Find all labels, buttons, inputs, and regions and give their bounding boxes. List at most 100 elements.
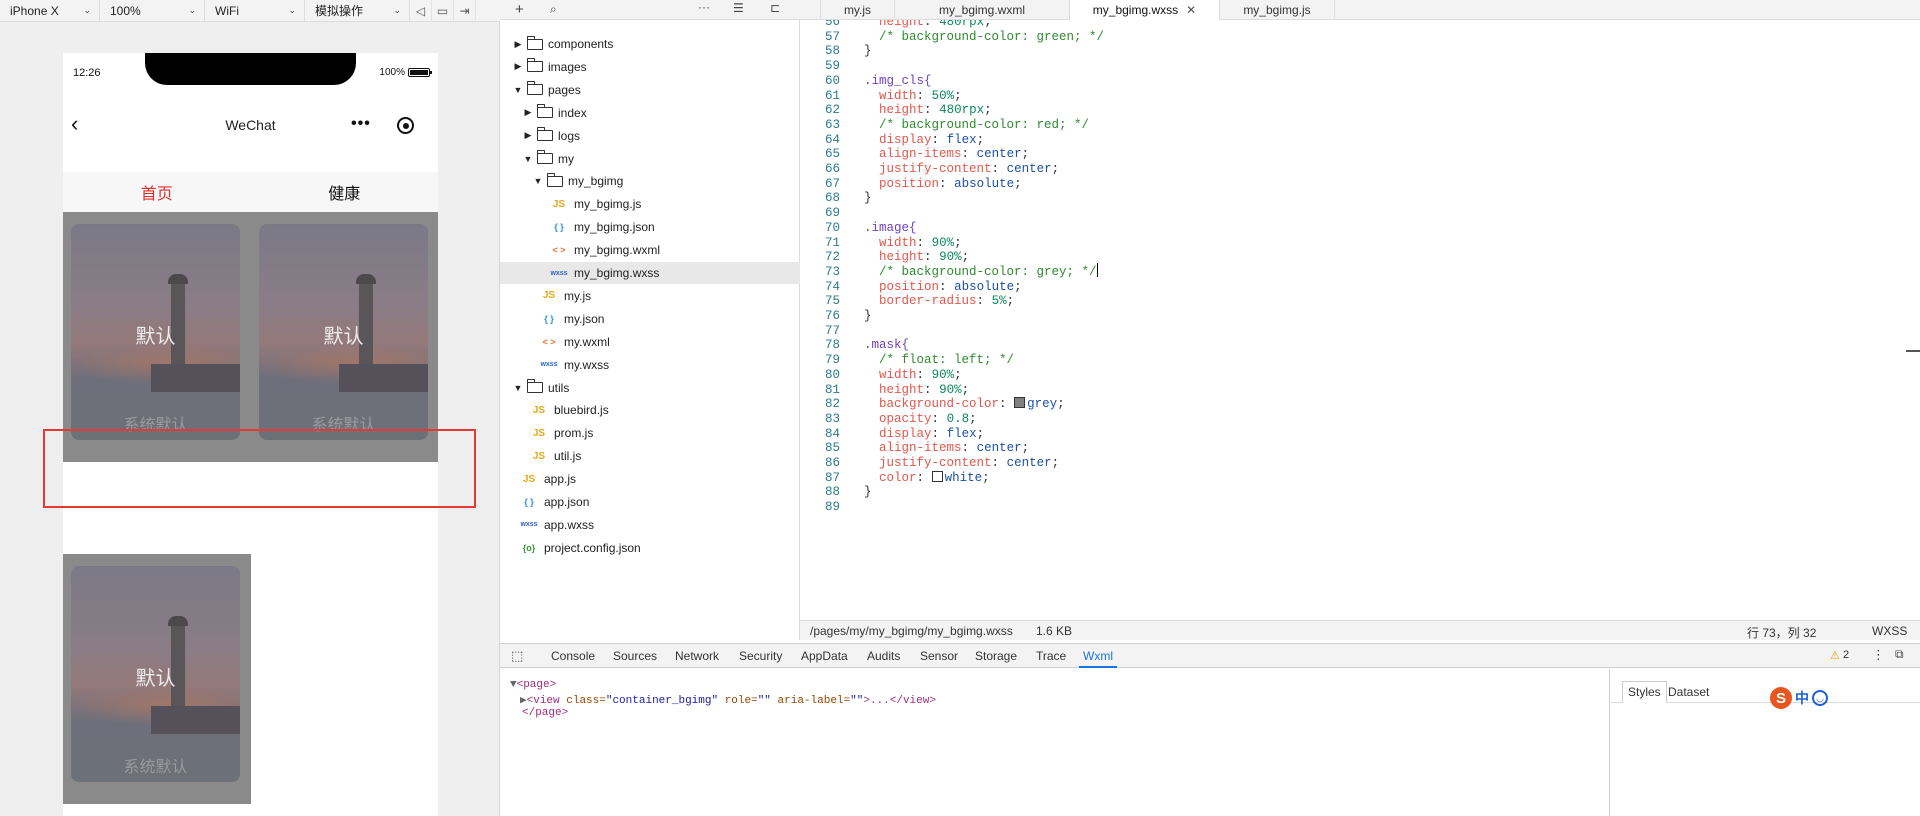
split-icon[interactable]: ⊏ [770, 1, 780, 15]
editor-tab[interactable]: my.js [820, 0, 895, 20]
expanded-arrow-icon[interactable]: ▼ [512, 383, 524, 393]
tab-home[interactable]: 首页 [63, 172, 251, 212]
tree-file[interactable]: < > my_bgimg.wxml [500, 239, 800, 261]
tree-folder[interactable]: ▼ utils [500, 377, 800, 399]
tree-item-label: my.js [564, 288, 592, 303]
dom-node-view[interactable]: ▶<view class="container_bgimg" role="" a… [520, 693, 936, 707]
dom-node-page[interactable]: ▼<page> [510, 679, 556, 691]
inspect-icon[interactable]: ⬚ [511, 648, 523, 664]
expanded-arrow-icon[interactable]: ▼ [512, 85, 524, 95]
proj-file-icon: {o} [522, 542, 536, 553]
dom-tag: <view [526, 695, 560, 707]
tab-dataset[interactable]: Dataset [1668, 685, 1709, 699]
emoji-icon[interactable]: ◡ [1812, 690, 1828, 706]
tree-file[interactable]: { } my.json [500, 308, 800, 330]
operation-select[interactable]: 模拟操作 ⌄ [305, 0, 410, 22]
js-file-icon: JS [552, 198, 566, 210]
tree-file[interactable]: JS my.js [500, 285, 800, 307]
tree-folder[interactable]: ▶ logs [500, 125, 800, 147]
search-icon[interactable]: ⌕ [550, 2, 557, 17]
devtools-tab-trace[interactable]: Trace [1036, 649, 1066, 663]
rotate-icon[interactable]: ▭ [432, 0, 454, 22]
tree-folder[interactable]: ▼ pages [500, 79, 800, 101]
more-dots-icon[interactable]: ••• [351, 115, 371, 133]
tree-folder[interactable]: ▶ index [500, 102, 800, 124]
js-file-icon: JS [532, 427, 546, 439]
tree-file[interactable]: JS app.js [500, 468, 800, 490]
expanded-arrow-icon[interactable]: ▼ [532, 176, 544, 186]
capsule-close-icon[interactable] [397, 117, 414, 134]
warning-icon[interactable]: ⚠ [1830, 649, 1840, 662]
folder-icon [526, 81, 543, 96]
zoom-select[interactable]: 100% ⌄ [100, 0, 205, 22]
cursor-position[interactable]: 行 73，列 32 [1747, 624, 1816, 641]
tree-folder[interactable]: ▶ images [500, 56, 800, 78]
language-mode[interactable]: WXSS [1872, 624, 1907, 638]
collapse-icon[interactable]: ☰ [733, 1, 744, 15]
ime-toolbar[interactable]: S 中 ◡ [1770, 687, 1828, 709]
add-icon[interactable]: + [515, 1, 524, 18]
devtools-tab-console[interactable]: Console [551, 649, 595, 663]
tree-folder[interactable]: ▼ my_bgimg [500, 170, 800, 192]
status-time: 12:26 [73, 67, 101, 79]
devtools-tab-network[interactable]: Network [675, 649, 719, 663]
line-number: 89 [824, 500, 840, 515]
tree-folder[interactable]: ▼ my [500, 148, 800, 170]
top-tab-bar: 首页 健康 [63, 172, 438, 212]
devtools-tab-security[interactable]: Security [739, 649, 782, 663]
collapsed-arrow-icon[interactable]: ▶ [512, 39, 524, 50]
mute-icon[interactable]: ◁ [410, 0, 432, 22]
detach-icon[interactable]: ⇥ [454, 0, 476, 22]
background-card[interactable]: 默认 系统默认 [259, 224, 428, 440]
device-select[interactable]: iPhone X ⌄ [0, 0, 100, 22]
tab-styles[interactable]: Styles [1622, 681, 1667, 703]
folder-icon [526, 58, 543, 73]
dom-attr-value: "container_bgimg" [605, 695, 719, 707]
tree-file[interactable]: JS bluebird.js [500, 399, 800, 421]
menu-dots-icon[interactable]: ⋮ [1872, 647, 1885, 663]
tree-file[interactable]: JS prom.js [500, 422, 800, 444]
color-swatch[interactable] [931, 470, 943, 482]
devtools-tab-sensor[interactable]: Sensor [920, 649, 958, 663]
tree-file[interactable]: {o} project.config.json [500, 537, 800, 559]
devtools-tab-audits[interactable]: Audits [867, 649, 900, 663]
tree-file[interactable]: < > my.wxml [500, 331, 800, 353]
editor-tab-active[interactable]: my_bgimg.wxss ✕ [1070, 0, 1220, 20]
tree-file[interactable]: JS my_bgimg.js [500, 193, 800, 215]
folder-icon [526, 379, 543, 393]
folder-icon [546, 172, 563, 187]
close-icon[interactable]: ✕ [1186, 3, 1196, 17]
network-select[interactable]: WiFi ⌄ [205, 0, 305, 22]
devtools-tab-storage[interactable]: Storage [975, 649, 1017, 663]
editor-tab[interactable]: my_bgimg.wxml [895, 0, 1070, 20]
wxss-file-icon: wxss [540, 361, 558, 369]
devtools-tab-appdata[interactable]: AppData [801, 649, 848, 663]
collapsed-arrow-icon[interactable]: ▶ [522, 130, 534, 141]
dom-tag: >...</view> [863, 695, 936, 707]
dom-attr-value: "" [850, 695, 864, 707]
tree-file[interactable]: wxss app.wxss [500, 514, 800, 536]
expanded-arrow-icon[interactable]: ▼ [522, 154, 534, 164]
more-icon[interactable]: ··· [698, 0, 710, 14]
devtools-tab-sources[interactable]: Sources [613, 649, 657, 663]
devtools-tab-wxml[interactable]: Wxml [1079, 649, 1117, 668]
collapsed-arrow-icon[interactable]: ▶ [512, 61, 524, 72]
tree-file[interactable]: { } app.json [500, 491, 800, 513]
ime-mode[interactable]: 中 [1795, 688, 1809, 708]
chevron-down-icon: ⌄ [288, 5, 296, 15]
tree-file[interactable]: { } my_bgimg.json [500, 216, 800, 238]
tree-file[interactable]: wxss my_bgimg.wxss [500, 262, 800, 284]
background-card[interactable]: 默认 系统默认 [71, 224, 240, 440]
editor-tab[interactable]: my_bgimg.js [1220, 0, 1335, 20]
card-row: 默认 系统默认 [63, 554, 251, 804]
dock-icon[interactable]: ⧉ [1895, 647, 1904, 662]
collapsed-arrow-icon[interactable]: ▶ [522, 107, 534, 118]
tab-health[interactable]: 健康 [251, 172, 439, 212]
dom-attr: aria-label= [777, 695, 851, 707]
tree-file[interactable]: wxss my.wxss [500, 354, 800, 376]
tree-file[interactable]: JS util.js [500, 445, 800, 467]
color-swatch[interactable] [1014, 397, 1026, 409]
tree-folder[interactable]: ▶ components [500, 33, 800, 55]
background-card[interactable]: 默认 系统默认 [71, 566, 240, 782]
code-editor[interactable]: 56 height: 480rpx; 57 /* background-color… [800, 20, 1910, 620]
